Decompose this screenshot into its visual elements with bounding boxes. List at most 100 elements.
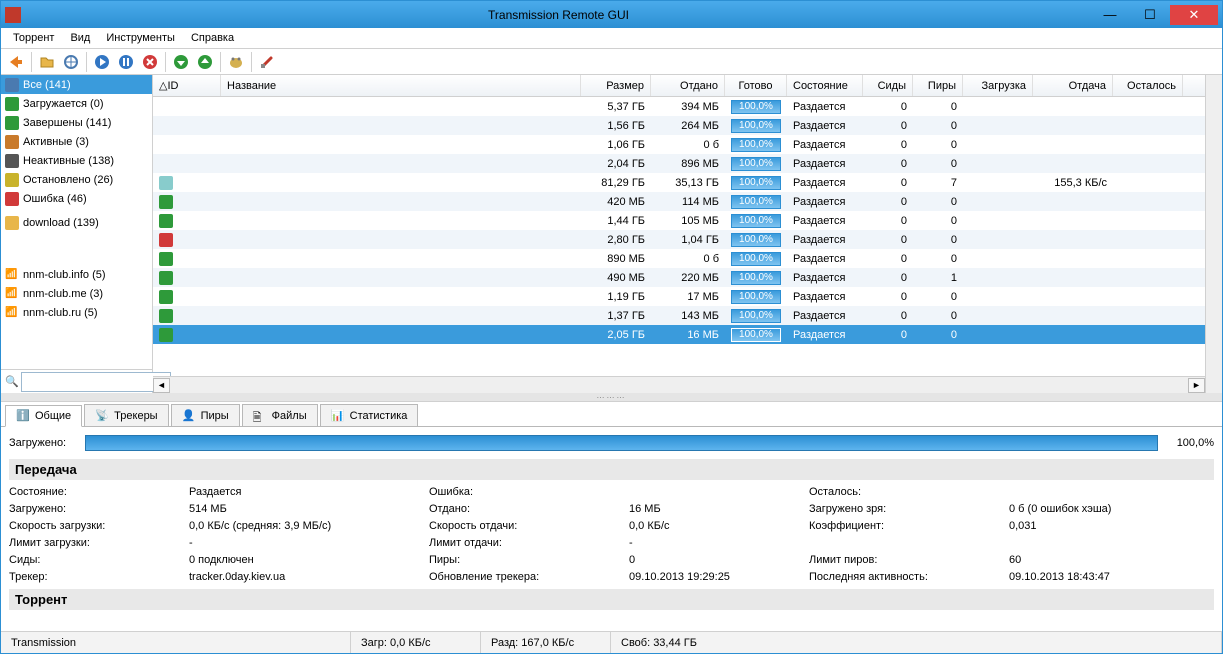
start-button[interactable] — [91, 51, 113, 73]
col-state[interactable]: Состояние — [787, 75, 863, 96]
tab-peers[interactable]: 👤Пиры — [171, 404, 240, 426]
main-area: Все (141)Загружается (0)Завершены (141)А… — [1, 75, 1222, 393]
sidebar-status-item[interactable]: Все (141) — [1, 75, 152, 94]
close-button[interactable]: ✕ — [1170, 5, 1218, 25]
search-row: 🔍 — [1, 369, 152, 393]
connect-button[interactable] — [5, 51, 27, 73]
torrent-row[interactable]: 1,37 ГБ143 МБ100,0%Раздается00 — [153, 306, 1205, 325]
col-done[interactable]: Готово — [725, 75, 787, 96]
alt-speed-button[interactable] — [225, 51, 247, 73]
info-value — [1009, 537, 1179, 549]
info-value: 60 — [1009, 554, 1179, 566]
downloaded-pct: 100,0% — [1164, 437, 1214, 449]
sidebar-status-item[interactable]: Ошибка (46) — [1, 189, 152, 208]
col-peers[interactable]: Пиры — [913, 75, 963, 96]
torrent-row[interactable]: 5,37 ГБ394 МБ100,0%Раздается00 — [153, 97, 1205, 116]
h-scrollbar[interactable]: ◄ ► — [153, 376, 1205, 393]
pause-button[interactable] — [115, 51, 137, 73]
info-key: Отдано: — [429, 503, 629, 515]
sidebar-item-label: Ошибка (46) — [23, 193, 87, 205]
torrent-row[interactable]: 1,19 ГБ17 МБ100,0%Раздается00 — [153, 287, 1205, 306]
tab-stats[interactable]: 📊Статистика — [320, 404, 419, 426]
sort-asc-icon: △ — [159, 79, 167, 92]
col-ul[interactable]: Отдача — [1033, 75, 1113, 96]
sidebar-status-item[interactable]: Активные (3) — [1, 132, 152, 151]
torrent-status-icon — [159, 271, 173, 285]
torrent-row[interactable]: 490 МБ220 МБ100,0%Раздается01 — [153, 268, 1205, 287]
sidebar-status-item[interactable]: Остановлено (26) — [1, 170, 152, 189]
col-id[interactable]: △ ID — [153, 75, 221, 96]
info-value: 0,0 КБ/с — [629, 520, 809, 532]
tab-general[interactable]: ℹ️Общие — [5, 405, 82, 427]
info-value: 0 — [629, 554, 809, 566]
torrent-row[interactable]: 1,56 ГБ264 МБ100,0%Раздается00 — [153, 116, 1205, 135]
sidebar-item-label: nnm-club.info (5) — [23, 269, 106, 281]
menu-torrent[interactable]: Торрент — [5, 30, 62, 46]
progress-bar: 100,0% — [731, 309, 781, 323]
peers-icon: 👤 — [182, 409, 196, 423]
col-eta[interactable]: Осталось — [1113, 75, 1183, 96]
settings-button[interactable] — [256, 51, 278, 73]
info-panel: Загружено: 100,0% Передача Состояние:Раз… — [1, 426, 1222, 631]
sidebar-folder-item[interactable]: download (139) — [1, 213, 152, 232]
remove-button[interactable] — [139, 51, 161, 73]
torrent-row[interactable]: 1,44 ГБ105 МБ100,0%Раздается00 — [153, 211, 1205, 230]
open-button[interactable] — [36, 51, 58, 73]
statusbar: Transmission Загр: 0,0 КБ/с Разд: 167,0 … — [1, 631, 1222, 653]
v-scrollbar[interactable] — [1205, 75, 1222, 393]
sidebar-tracker-item[interactable]: 📶nnm-club.ru (5) — [1, 303, 152, 322]
info-value: - — [189, 537, 429, 549]
info-key: Последняя активность: — [809, 571, 1009, 583]
col-seeds[interactable]: Сиды — [863, 75, 913, 96]
sidebar-status-item[interactable]: Завершены (141) — [1, 113, 152, 132]
menu-help[interactable]: Справка — [183, 30, 242, 46]
info-value: - — [629, 537, 809, 549]
status-upload[interactable]: Разд: 167,0 КБ/с — [481, 632, 611, 653]
pause-all-button[interactable] — [194, 51, 216, 73]
sidebar-status-item[interactable]: Загружается (0) — [1, 94, 152, 113]
status-icon — [5, 216, 19, 230]
sidebar-tracker-item[interactable]: 📶nnm-club.me (3) — [1, 284, 152, 303]
torrent-status-icon — [159, 176, 173, 190]
scroll-right-button[interactable]: ► — [1188, 378, 1205, 393]
splitter[interactable]: ⋯⋯⋯ — [1, 393, 1222, 401]
menu-tools[interactable]: Инструменты — [98, 30, 183, 46]
start-all-button[interactable] — [170, 51, 192, 73]
maximize-button[interactable]: ☐ — [1130, 5, 1170, 25]
col-size[interactable]: Размер — [581, 75, 651, 96]
scroll-left-button[interactable]: ◄ — [153, 378, 170, 393]
menu-view[interactable]: Вид — [62, 30, 98, 46]
progress-bar: 100,0% — [731, 100, 781, 114]
info-key: Скорость загрузки: — [9, 520, 189, 532]
progress-bar: 100,0% — [731, 233, 781, 247]
tab-trackers[interactable]: 📡Трекеры — [84, 404, 168, 426]
info-key: Обновление трекера: — [429, 571, 629, 583]
torrent-row[interactable]: 2,05 ГБ16 МБ100,0%Раздается00 — [153, 325, 1205, 344]
tab-files[interactable]: 🗎Файлы — [242, 404, 318, 426]
torrent-row[interactable]: 81,29 ГБ35,13 ГБ100,0%Раздается07155,3 К… — [153, 173, 1205, 192]
col-dl[interactable]: Загрузка — [963, 75, 1033, 96]
torrent-list[interactable]: 5,37 ГБ394 МБ100,0%Раздается001,56 ГБ264… — [153, 97, 1205, 376]
add-url-button[interactable] — [60, 51, 82, 73]
status-connection: Transmission — [1, 632, 351, 653]
sidebar-status-item[interactable]: Неактивные (138) — [1, 151, 152, 170]
status-free: Своб: 33,44 ГБ — [611, 632, 1222, 653]
sidebar-tracker-item[interactable]: 📶nnm-club.info (5) — [1, 265, 152, 284]
antenna-icon: 📶 — [5, 307, 19, 318]
progress-bar: 100,0% — [731, 328, 781, 342]
info-value — [629, 486, 809, 498]
transfer-table: Состояние:РаздаетсяОшибка:Осталось:Загру… — [9, 484, 1214, 585]
torrent-row[interactable]: 2,04 ГБ896 МБ100,0%Раздается00 — [153, 154, 1205, 173]
info-key: Осталось: — [809, 486, 1009, 498]
minimize-button[interactable]: — — [1090, 5, 1130, 25]
search-input[interactable] — [21, 372, 171, 392]
torrent-row[interactable]: 2,80 ГБ1,04 ГБ100,0%Раздается00 — [153, 230, 1205, 249]
torrent-row[interactable]: 890 МБ0 б100,0%Раздается00 — [153, 249, 1205, 268]
torrent-panel: △ IDНазваниеРазмерОтданоГотовоСостояниеС… — [153, 75, 1205, 393]
col-name[interactable]: Название — [221, 75, 581, 96]
col-sent[interactable]: Отдано — [651, 75, 725, 96]
torrent-row[interactable]: 420 МБ114 МБ100,0%Раздается00 — [153, 192, 1205, 211]
downloaded-label: Загружено: — [9, 437, 79, 449]
torrent-row[interactable]: 1,06 ГБ0 б100,0%Раздается00 — [153, 135, 1205, 154]
status-download[interactable]: Загр: 0,0 КБ/с — [351, 632, 481, 653]
